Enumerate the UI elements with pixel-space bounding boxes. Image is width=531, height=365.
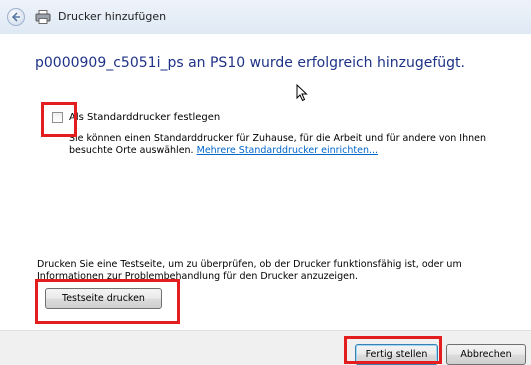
mouse-cursor-icon	[296, 84, 308, 102]
default-printer-description: Sie können einen Standarddrucker für Zuh…	[69, 133, 509, 157]
title-bar: Drucker hinzufügen	[0, 0, 531, 34]
page-title: p0000909_c5051i_ps an PS10 wurde erfolgr…	[35, 55, 465, 71]
back-arrow-icon	[11, 12, 20, 22]
test-page-info: Drucken Sie eine Testseite, um zu überpr…	[37, 259, 462, 282]
default-printer-checkbox[interactable]	[52, 112, 63, 123]
cancel-button[interactable]: Abbrechen	[446, 344, 526, 365]
window-title: Drucker hinzufügen	[58, 10, 167, 23]
back-button[interactable]	[7, 8, 25, 26]
finish-button[interactable]: Fertig stellen	[355, 344, 438, 365]
print-test-page-button[interactable]: Testseite drucken	[45, 288, 162, 309]
default-printer-label: Als Standarddrucker festlegen	[69, 112, 221, 123]
multiple-default-printers-link[interactable]: Mehrere Standarddrucker einrichten...	[197, 145, 378, 156]
printer-icon	[35, 10, 51, 24]
